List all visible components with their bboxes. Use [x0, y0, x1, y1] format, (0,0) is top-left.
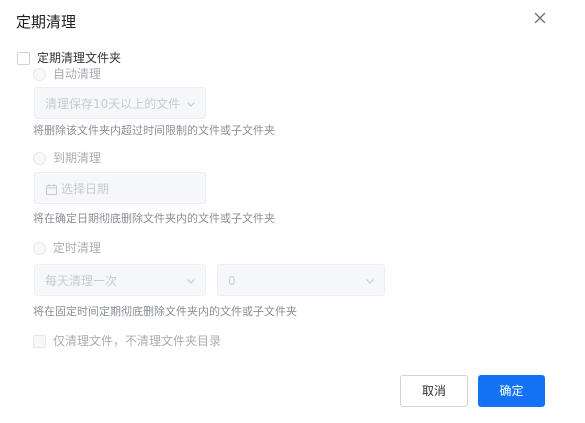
cancel-button[interactable]: 取消: [400, 375, 468, 407]
calendar-icon: [46, 184, 57, 195]
scheduled-cleanup-hint: 将在固定时间定期彻底删除文件夹内的文件或子文件夹: [33, 305, 297, 318]
files-only-label: 仅清理文件，不清理文件夹目录: [53, 334, 222, 348]
auto-cleanup-hint: 将删除该文件夹内超过时间限制的文件或子文件夹: [33, 124, 275, 137]
expiry-cleanup-radio[interactable]: [33, 152, 46, 165]
confirm-button[interactable]: 确定: [478, 375, 545, 407]
retention-select[interactable]: 清理保存10天以上的文件: [34, 87, 206, 119]
cleanup-dialog: 定期清理 定期清理文件夹 自动清理 清理保存10天以上的文件 将删除该文件夹内超…: [0, 0, 585, 423]
close-icon[interactable]: [531, 9, 549, 27]
auto-cleanup-radio[interactable]: [33, 68, 46, 81]
frequency-select[interactable]: 每天清理一次: [34, 264, 206, 296]
auto-cleanup-label: 自动清理: [53, 67, 102, 81]
expiry-cleanup-label: 到期清理: [53, 151, 102, 165]
periodic-cleanup-label: 定期清理文件夹: [37, 51, 122, 65]
scheduled-cleanup-radio[interactable]: [33, 242, 46, 255]
frequency-select-value: 每天清理一次: [45, 274, 118, 288]
expiry-date-input[interactable]: 选择日期: [34, 172, 206, 204]
chevron-down-icon: [187, 102, 195, 107]
scheduled-cleanup-label: 定时清理: [53, 241, 102, 255]
hour-select-value: 0: [228, 274, 236, 288]
expiry-date-placeholder: 选择日期: [61, 182, 110, 196]
files-only-checkbox[interactable]: [33, 335, 46, 348]
hour-select[interactable]: 0: [217, 264, 385, 296]
chevron-down-icon: [366, 279, 374, 284]
expiry-cleanup-hint: 将在确定日期彻底删除文件夹内的文件或子文件夹: [33, 212, 275, 225]
retention-select-value: 清理保存10天以上的文件: [45, 97, 181, 111]
periodic-cleanup-checkbox[interactable]: [17, 52, 30, 65]
dialog-title: 定期清理: [16, 13, 77, 31]
chevron-down-icon: [187, 279, 195, 284]
